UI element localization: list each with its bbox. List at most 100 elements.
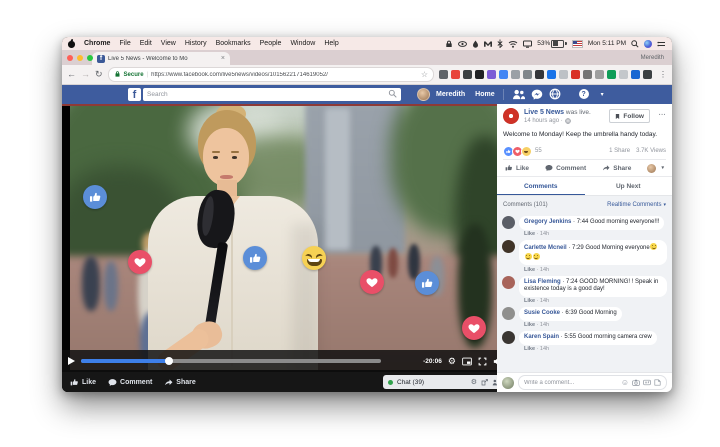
menu-help[interactable]: Help [324,40,338,47]
volume-icon[interactable] [493,357,497,366]
realtime-comments-selector[interactable]: Realtime Comments ▾ [607,202,666,208]
us-flag-icon[interactable] [572,40,583,48]
settings-gear-icon[interactable]: ⚙ [448,357,456,366]
extension-icon[interactable] [619,70,628,79]
comment-avatar[interactable] [502,240,515,253]
share-audience-selector[interactable]: ▾ [647,164,664,173]
extension-icon[interactable] [463,70,472,79]
notifications-globe-icon[interactable] [549,88,561,100]
extension-icon[interactable] [451,70,460,79]
gif-icon[interactable] [643,379,651,386]
comment-like-link[interactable]: Like [524,231,535,237]
comment-avatar[interactable] [502,307,515,320]
post-timestamp[interactable]: 14 hours ago · [524,118,563,124]
commenter-name[interactable]: Lisa Fleming [524,279,561,285]
bookmark-star-icon[interactable]: ☆ [421,70,428,79]
menu-bookmarks[interactable]: Bookmarks [216,40,251,47]
haha-reaction-icon[interactable] [521,146,532,157]
live-video-player[interactable]: -20:06 ⚙ Like Comment Share [62,104,497,392]
extension-icon[interactable] [571,70,580,79]
siri-icon[interactable] [644,40,652,48]
chat-popout-icon[interactable] [481,379,488,386]
extension-icon[interactable] [607,70,616,79]
extension-icon[interactable] [499,70,508,79]
menu-file[interactable]: File [119,40,130,47]
extension-icon[interactable] [487,70,496,79]
zoom-window-button[interactable] [87,55,93,61]
spotlight-search-icon[interactable] [631,40,639,48]
post-more-icon[interactable]: ... [659,110,666,117]
video-comment-button[interactable]: Comment [108,378,152,387]
menu-chrome[interactable]: Chrome [84,40,110,47]
friend-requests-icon[interactable] [512,89,525,100]
commenter-name[interactable]: Gregory Jenkins [524,219,571,225]
search-icon[interactable] [388,89,397,100]
battery-indicator[interactable]: 53% [537,40,567,48]
nav-user-name[interactable]: Meredith [436,91,465,98]
comment-like-link[interactable]: Like [524,322,535,328]
commenter-name[interactable]: Karen Spain [524,334,559,340]
extension-icon[interactable] [511,70,520,79]
tab-comments[interactable]: Comments [497,177,585,196]
camera-icon[interactable] [632,379,640,386]
gmail-status-icon[interactable] [484,40,492,48]
tab-up-next[interactable]: Up Next [585,177,673,196]
reload-icon[interactable]: ↻ [95,70,103,79]
commenter-name[interactable]: Susie Cooke [524,310,560,316]
menu-edit[interactable]: Edit [140,40,152,47]
extension-icon[interactable] [535,70,544,79]
extension-icon[interactable] [631,70,640,79]
seek-bar[interactable] [81,359,381,363]
menu-people[interactable]: People [260,40,282,47]
messenger-icon[interactable] [531,89,543,100]
extension-icon[interactable] [559,70,568,79]
extension-icon[interactable] [523,70,532,79]
chat-pill[interactable]: Chat (39) ⚙ [383,375,497,389]
emoji-picker-icon[interactable]: ☺ [621,379,629,387]
minimize-window-button[interactable] [77,55,83,61]
extension-icon[interactable] [439,70,448,79]
extension-icon[interactable] [643,70,652,79]
browser-menu-icon[interactable]: ⋮ [659,70,667,79]
seek-knob[interactable] [165,357,173,365]
comment-like-link[interactable]: Like [524,346,535,352]
display-status-icon[interactable] [523,40,532,48]
post-comment-button[interactable]: Comment [545,164,586,172]
address-bar[interactable]: Secure | https://www.facebook.com/live5n… [108,67,434,82]
page-avatar[interactable] [503,108,519,124]
forward-icon[interactable]: → [81,70,90,79]
fullscreen-icon[interactable] [478,357,487,366]
bluetooth-status-icon[interactable] [497,39,503,48]
extension-icon[interactable] [595,70,604,79]
comment-like-link[interactable]: Like [524,298,535,304]
pip-icon[interactable] [462,357,472,366]
share-count[interactable]: 1 Share [609,148,630,154]
eye-status-icon[interactable] [458,40,467,48]
page-name-link[interactable]: Live 5 News [524,109,564,116]
back-icon[interactable]: ← [67,70,76,79]
menu-clock[interactable]: Mon 5:11 PM [588,40,626,47]
help-icon[interactable]: ? [579,89,589,99]
sticker-icon[interactable] [654,379,661,386]
comment-avatar[interactable] [502,276,515,289]
menu-history[interactable]: History [185,40,207,47]
chat-settings-gear-icon[interactable]: ⚙ [471,378,477,386]
account-caret-icon[interactable]: ▾ [601,91,604,98]
comment-avatar[interactable] [502,331,515,344]
extension-icon[interactable] [547,70,556,79]
wifi-status-icon[interactable] [508,40,518,48]
droplet-status-icon[interactable] [472,40,479,48]
video-share-button[interactable]: Share [164,378,195,387]
comment-like-link[interactable]: Like [524,267,535,273]
close-window-button[interactable] [67,55,73,61]
chrome-profile-name[interactable]: Meredith [641,55,664,61]
extension-icon[interactable] [583,70,592,79]
post-share-button[interactable]: Share [602,164,631,172]
menu-view[interactable]: View [161,40,176,47]
notification-center-icon[interactable] [657,40,666,48]
chat-people-icon[interactable] [492,379,497,386]
user-avatar[interactable] [417,88,430,101]
browser-tab[interactable]: f Live 5 News - Welcome to Mo × [92,52,230,65]
nav-home-link[interactable]: Home [475,91,494,98]
lock-status-icon[interactable] [445,40,453,48]
